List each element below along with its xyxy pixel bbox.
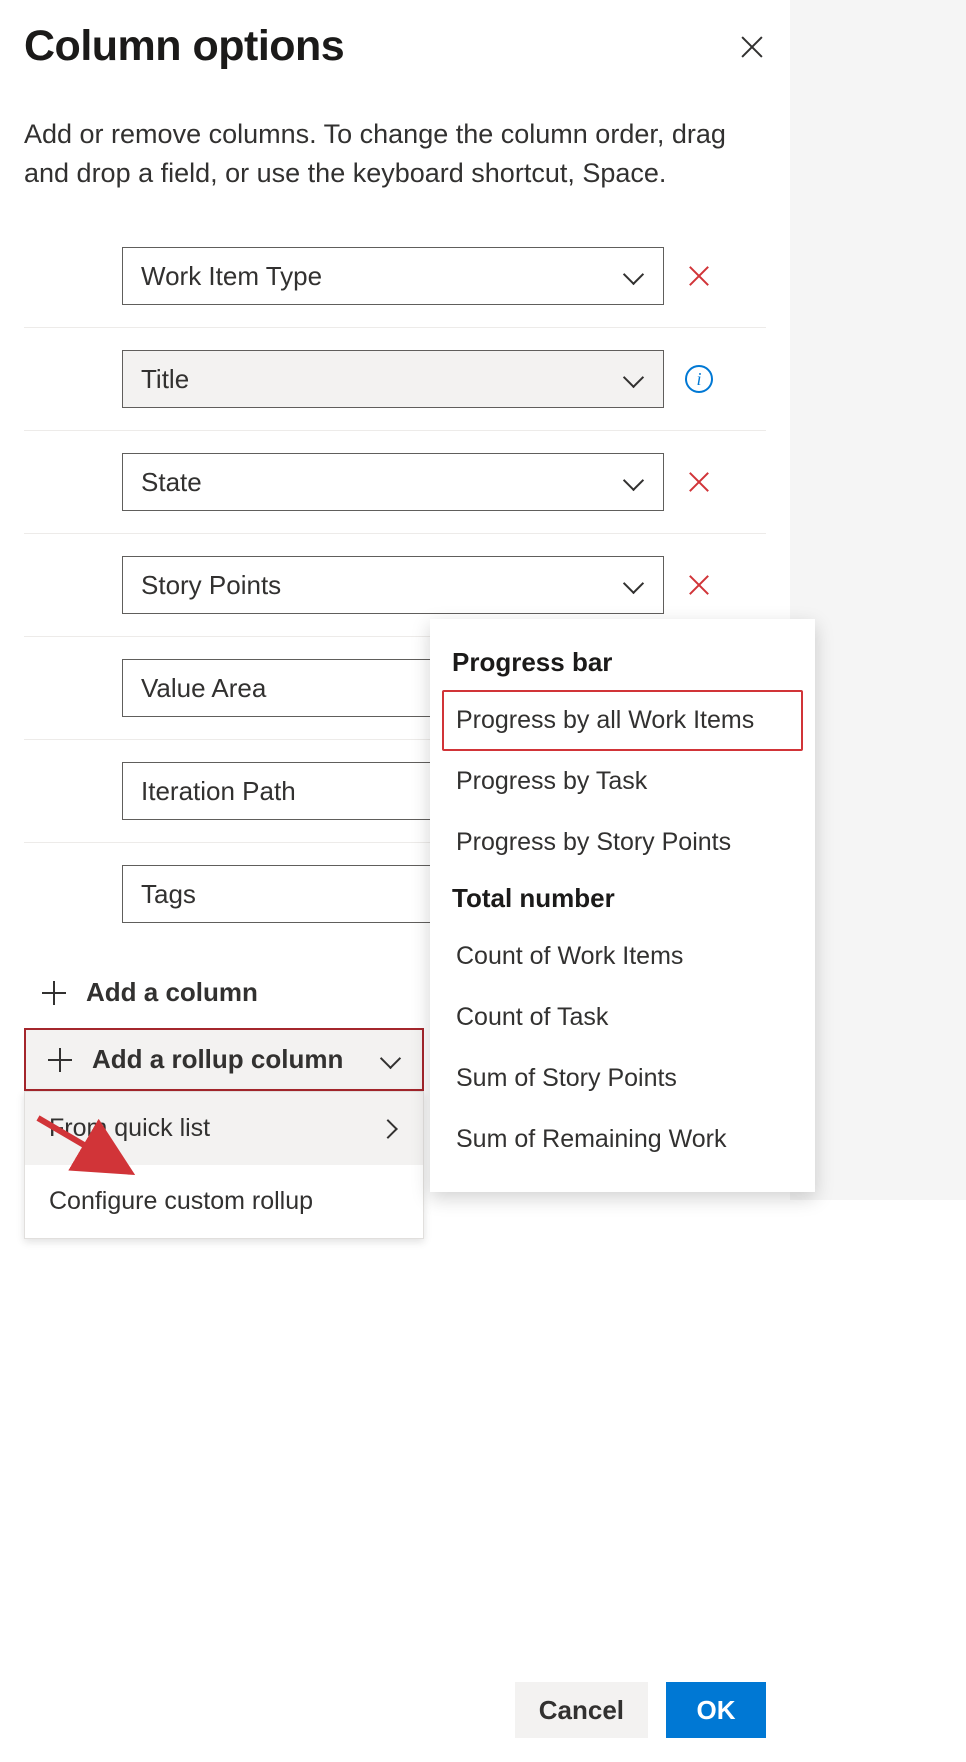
quick-list-flyout: Progress bar Progress by all Work Items … <box>430 619 815 1192</box>
chevron-down-icon <box>621 367 645 391</box>
flyout-group-header: Total number <box>442 873 803 926</box>
chevron-down-icon <box>621 264 645 288</box>
add-rollup-column-button[interactable]: Add a rollup column <box>24 1028 424 1091</box>
column-dropdown-work-item-type[interactable]: Work Item Type <box>122 247 664 305</box>
remove-column-icon[interactable] <box>686 469 712 495</box>
close-icon[interactable] <box>738 33 766 61</box>
info-icon[interactable]: i <box>685 365 713 393</box>
rollup-submenu-configure-custom[interactable]: Configure custom rollup <box>25 1165 423 1238</box>
dropdown-label: State <box>141 467 621 498</box>
quick-list-item-sum-remaining-work[interactable]: Sum of Remaining Work <box>442 1109 803 1170</box>
submenu-label: From quick list <box>49 1114 210 1143</box>
column-dropdown-state[interactable]: State <box>122 453 664 511</box>
dropdown-label: Story Points <box>141 570 621 601</box>
add-rollup-label: Add a rollup column <box>92 1044 343 1075</box>
column-row: Work Item Type <box>24 225 766 328</box>
quick-list-item-count-task[interactable]: Count of Task <box>442 987 803 1048</box>
rollup-submenu-from-quick-list[interactable]: From quick list <box>25 1092 423 1165</box>
column-row: Title i <box>24 328 766 431</box>
ok-button[interactable]: OK <box>666 1682 766 1738</box>
dropdown-label: Title <box>141 364 621 395</box>
submenu-label: Configure custom rollup <box>49 1187 313 1216</box>
quick-list-item-sum-story-points[interactable]: Sum of Story Points <box>442 1048 803 1109</box>
column-dropdown-title[interactable]: Title <box>122 350 664 408</box>
panel-footer: Cancel OK <box>24 1662 766 1738</box>
page-background-white <box>790 1200 966 1762</box>
remove-column-icon[interactable] <box>686 572 712 598</box>
dropdown-label: Work Item Type <box>141 261 621 292</box>
cancel-button[interactable]: Cancel <box>515 1682 648 1738</box>
flyout-group-header: Progress bar <box>442 637 803 690</box>
chevron-down-icon <box>378 1048 402 1072</box>
panel-header: Column options <box>24 22 766 71</box>
plus-icon <box>46 1046 74 1074</box>
chevron-down-icon <box>621 470 645 494</box>
quick-list-item-progress-story-points[interactable]: Progress by Story Points <box>442 812 803 873</box>
rollup-submenu: From quick list Configure custom rollup <box>24 1091 424 1239</box>
column-row: State <box>24 431 766 534</box>
quick-list-item-progress-task[interactable]: Progress by Task <box>442 751 803 812</box>
column-dropdown-story-points[interactable]: Story Points <box>122 556 664 614</box>
chevron-right-icon <box>381 1120 399 1138</box>
plus-icon <box>40 979 68 1007</box>
remove-column-icon[interactable] <box>686 263 712 289</box>
panel-description: Add or remove columns. To change the col… <box>24 115 766 193</box>
quick-list-item-count-work-items[interactable]: Count of Work Items <box>442 926 803 987</box>
quick-list-item-progress-all-work-items[interactable]: Progress by all Work Items <box>442 690 803 751</box>
panel-title: Column options <box>24 22 344 71</box>
add-column-label: Add a column <box>86 977 258 1008</box>
chevron-down-icon <box>621 573 645 597</box>
